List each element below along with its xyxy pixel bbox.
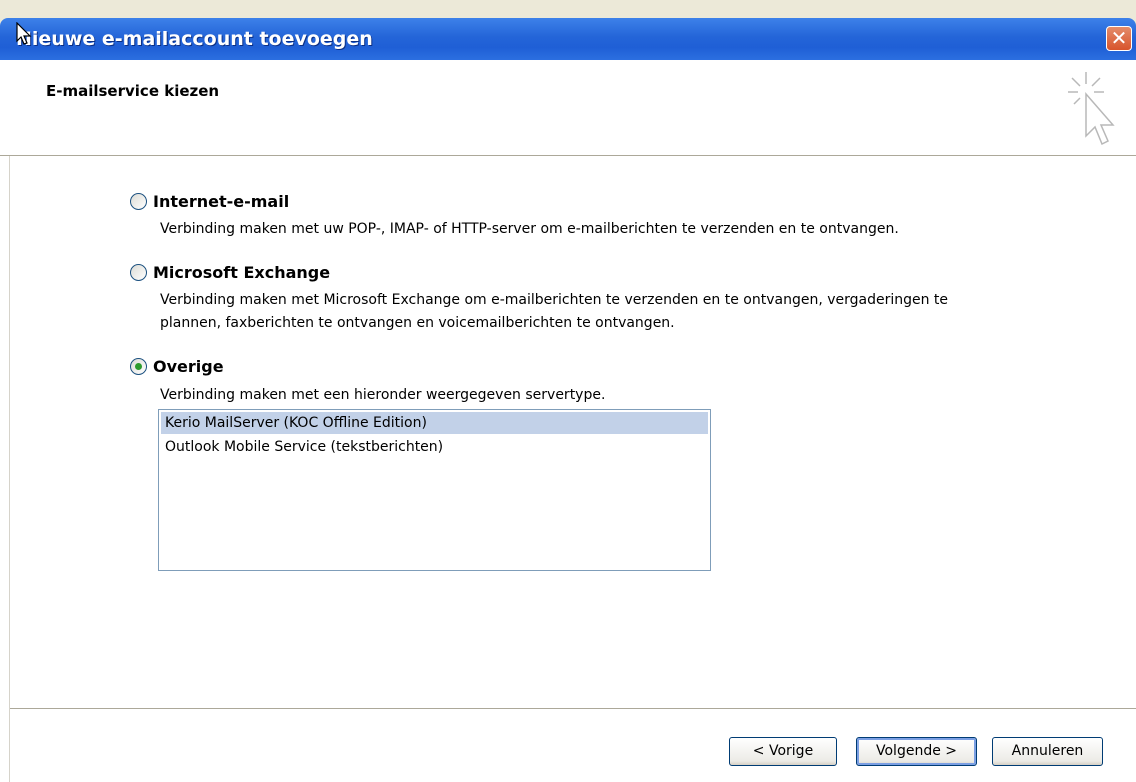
close-icon: ✕ xyxy=(1110,26,1128,50)
option-label: Microsoft Exchange xyxy=(153,263,331,282)
radio-overige[interactable] xyxy=(130,358,147,375)
list-item[interactable]: Outlook Mobile Service (tekstberichten) xyxy=(161,436,708,458)
option-microsoft-exchange[interactable]: Microsoft Exchange xyxy=(130,263,330,282)
next-button[interactable]: Volgende > xyxy=(856,737,977,766)
option-label: Internet-e-mail xyxy=(153,192,290,211)
title-bar[interactable]: Nieuwe e-mailaccount toevoegen ✕ xyxy=(0,18,1136,60)
option-label: Overige xyxy=(153,357,224,376)
option-description-line1: Verbinding maken met Microsoft Exchange … xyxy=(160,292,949,308)
option-description: Verbinding maken met uw POP-, IMAP- of H… xyxy=(160,221,899,237)
radio-microsoft-exchange[interactable] xyxy=(130,264,147,281)
radio-internet-email[interactable] xyxy=(130,193,147,210)
page-title: E-mailservice kiezen xyxy=(46,82,220,100)
back-button[interactable]: < Vorige xyxy=(729,737,837,766)
option-description: Verbinding maken met een hieronder weerg… xyxy=(160,387,606,403)
option-internet-email[interactable]: Internet-e-mail xyxy=(130,192,289,211)
dialog-window: Nieuwe e-mailaccount toevoegen ✕ E-mails… xyxy=(0,0,1136,782)
window-title: Nieuwe e-mailaccount toevoegen xyxy=(16,28,373,50)
cursor-sparkle-icon xyxy=(1068,72,1115,146)
server-type-list[interactable]: Kerio MailServer (KOC Offline Edition) O… xyxy=(158,409,711,571)
close-button[interactable]: ✕ xyxy=(1106,26,1132,51)
wizard-header: E-mailservice kiezen xyxy=(0,60,1136,156)
option-description-line2: plannen, faxberichten te ontvangen en vo… xyxy=(160,315,675,331)
left-border xyxy=(0,156,10,782)
option-overige[interactable]: Overige xyxy=(130,357,224,376)
cancel-button[interactable]: Annuleren xyxy=(992,737,1103,766)
list-item[interactable]: Kerio MailServer (KOC Offline Edition) xyxy=(161,412,708,434)
mouse-pointer-icon xyxy=(16,22,32,45)
